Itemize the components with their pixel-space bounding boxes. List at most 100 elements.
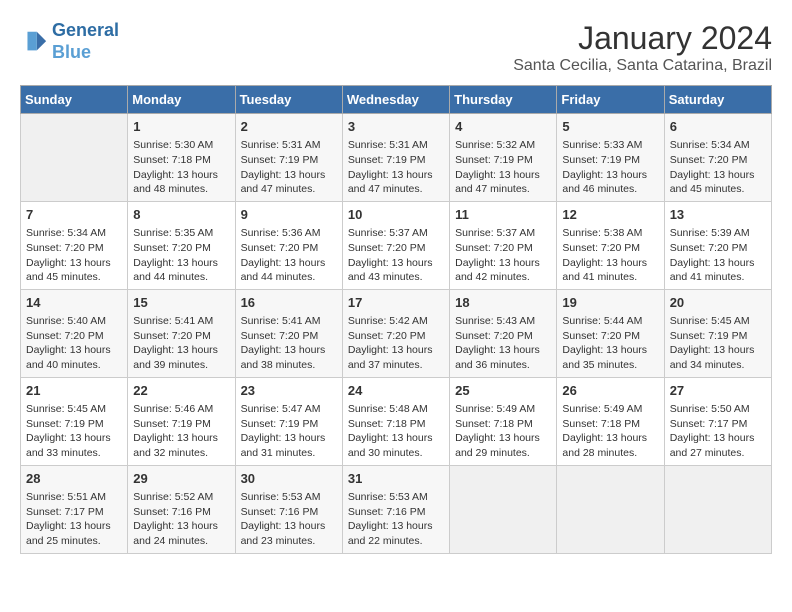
day-number: 6 bbox=[670, 118, 766, 136]
week-row-3: 14 Sunrise: 5:40 AM Sunset: 7:20 PM Dayli… bbox=[21, 289, 772, 377]
calendar-cell: 16 Sunrise: 5:41 AM Sunset: 7:20 PM Dayli… bbox=[235, 289, 342, 377]
cell-content: Sunrise: 5:53 AM Sunset: 7:16 PM Dayligh… bbox=[241, 490, 337, 549]
calendar-cell: 28 Sunrise: 5:51 AM Sunset: 7:17 PM Dayli… bbox=[21, 465, 128, 553]
day-number: 28 bbox=[26, 470, 122, 488]
calendar-cell: 2 Sunrise: 5:31 AM Sunset: 7:19 PM Daylig… bbox=[235, 114, 342, 202]
day-number: 25 bbox=[455, 382, 551, 400]
day-number: 5 bbox=[562, 118, 658, 136]
cell-content: Sunrise: 5:48 AM Sunset: 7:18 PM Dayligh… bbox=[348, 402, 444, 461]
day-number: 3 bbox=[348, 118, 444, 136]
day-number: 21 bbox=[26, 382, 122, 400]
cell-content: Sunrise: 5:41 AM Sunset: 7:20 PM Dayligh… bbox=[241, 314, 337, 373]
day-number: 15 bbox=[133, 294, 229, 312]
cell-content: Sunrise: 5:37 AM Sunset: 7:20 PM Dayligh… bbox=[455, 226, 551, 285]
header-tuesday: Tuesday bbox=[235, 86, 342, 114]
day-number: 24 bbox=[348, 382, 444, 400]
subtitle: Santa Cecilia, Santa Catarina, Brazil bbox=[513, 57, 772, 75]
title-block: January 2024 Santa Cecilia, Santa Catari… bbox=[513, 20, 772, 75]
cell-content: Sunrise: 5:52 AM Sunset: 7:16 PM Dayligh… bbox=[133, 490, 229, 549]
calendar-cell: 14 Sunrise: 5:40 AM Sunset: 7:20 PM Dayli… bbox=[21, 289, 128, 377]
cell-content: Sunrise: 5:53 AM Sunset: 7:16 PM Dayligh… bbox=[348, 490, 444, 549]
calendar-header-row: SundayMondayTuesdayWednesdayThursdayFrid… bbox=[21, 86, 772, 114]
cell-content: Sunrise: 5:50 AM Sunset: 7:17 PM Dayligh… bbox=[670, 402, 766, 461]
calendar-cell: 3 Sunrise: 5:31 AM Sunset: 7:19 PM Daylig… bbox=[342, 114, 449, 202]
cell-content: Sunrise: 5:33 AM Sunset: 7:19 PM Dayligh… bbox=[562, 138, 658, 197]
day-number: 23 bbox=[241, 382, 337, 400]
logo-text: General Blue bbox=[52, 20, 119, 63]
page-header: General Blue January 2024 Santa Cecilia,… bbox=[20, 20, 772, 75]
calendar-cell bbox=[450, 465, 557, 553]
cell-content: Sunrise: 5:42 AM Sunset: 7:20 PM Dayligh… bbox=[348, 314, 444, 373]
header-friday: Friday bbox=[557, 86, 664, 114]
day-number: 29 bbox=[133, 470, 229, 488]
week-row-2: 7 Sunrise: 5:34 AM Sunset: 7:20 PM Daylig… bbox=[21, 201, 772, 289]
cell-content: Sunrise: 5:51 AM Sunset: 7:17 PM Dayligh… bbox=[26, 490, 122, 549]
day-number: 1 bbox=[133, 118, 229, 136]
day-number: 14 bbox=[26, 294, 122, 312]
calendar-cell: 27 Sunrise: 5:50 AM Sunset: 7:17 PM Dayli… bbox=[664, 377, 771, 465]
header-monday: Monday bbox=[128, 86, 235, 114]
calendar-cell: 26 Sunrise: 5:49 AM Sunset: 7:18 PM Dayli… bbox=[557, 377, 664, 465]
day-number: 7 bbox=[26, 206, 122, 224]
day-number: 27 bbox=[670, 382, 766, 400]
day-number: 13 bbox=[670, 206, 766, 224]
calendar-table: SundayMondayTuesdayWednesdayThursdayFrid… bbox=[20, 85, 772, 554]
calendar-cell: 6 Sunrise: 5:34 AM Sunset: 7:20 PM Daylig… bbox=[664, 114, 771, 202]
cell-content: Sunrise: 5:31 AM Sunset: 7:19 PM Dayligh… bbox=[241, 138, 337, 197]
day-number: 30 bbox=[241, 470, 337, 488]
week-row-1: 1 Sunrise: 5:30 AM Sunset: 7:18 PM Daylig… bbox=[21, 114, 772, 202]
calendar-cell bbox=[664, 465, 771, 553]
calendar-cell: 29 Sunrise: 5:52 AM Sunset: 7:16 PM Dayli… bbox=[128, 465, 235, 553]
calendar-cell: 4 Sunrise: 5:32 AM Sunset: 7:19 PM Daylig… bbox=[450, 114, 557, 202]
week-row-5: 28 Sunrise: 5:51 AM Sunset: 7:17 PM Dayli… bbox=[21, 465, 772, 553]
cell-content: Sunrise: 5:40 AM Sunset: 7:20 PM Dayligh… bbox=[26, 314, 122, 373]
cell-content: Sunrise: 5:34 AM Sunset: 7:20 PM Dayligh… bbox=[26, 226, 122, 285]
calendar-cell bbox=[21, 114, 128, 202]
calendar-cell: 9Sunrise: 5:36 AM Sunset: 7:20 PM Daylig… bbox=[235, 201, 342, 289]
header-sunday: Sunday bbox=[21, 86, 128, 114]
day-number: 26 bbox=[562, 382, 658, 400]
header-saturday: Saturday bbox=[664, 86, 771, 114]
logo: General Blue bbox=[20, 20, 119, 63]
day-number: 16 bbox=[241, 294, 337, 312]
calendar-cell: 5 Sunrise: 5:33 AM Sunset: 7:19 PM Daylig… bbox=[557, 114, 664, 202]
cell-content: Sunrise: 5:38 AM Sunset: 7:20 PM Dayligh… bbox=[562, 226, 658, 285]
calendar-cell: 25Sunrise: 5:49 AM Sunset: 7:18 PM Dayli… bbox=[450, 377, 557, 465]
day-number: 31 bbox=[348, 470, 444, 488]
cell-content: Sunrise: 5:47 AM Sunset: 7:19 PM Dayligh… bbox=[241, 402, 337, 461]
calendar-cell: 1 Sunrise: 5:30 AM Sunset: 7:18 PM Daylig… bbox=[128, 114, 235, 202]
calendar-cell: 21Sunrise: 5:45 AM Sunset: 7:19 PM Dayli… bbox=[21, 377, 128, 465]
cell-content: Sunrise: 5:46 AM Sunset: 7:19 PM Dayligh… bbox=[133, 402, 229, 461]
calendar-cell: 23 Sunrise: 5:47 AM Sunset: 7:19 PM Dayli… bbox=[235, 377, 342, 465]
day-number: 4 bbox=[455, 118, 551, 136]
day-number: 2 bbox=[241, 118, 337, 136]
day-number: 18 bbox=[455, 294, 551, 312]
calendar-cell: 17 Sunrise: 5:42 AM Sunset: 7:20 PM Dayli… bbox=[342, 289, 449, 377]
cell-content: Sunrise: 5:32 AM Sunset: 7:19 PM Dayligh… bbox=[455, 138, 551, 197]
cell-content: Sunrise: 5:49 AM Sunset: 7:18 PM Dayligh… bbox=[562, 402, 658, 461]
calendar-cell: 24 Sunrise: 5:48 AM Sunset: 7:18 PM Dayli… bbox=[342, 377, 449, 465]
cell-content: Sunrise: 5:41 AM Sunset: 7:20 PM Dayligh… bbox=[133, 314, 229, 373]
day-number: 20 bbox=[670, 294, 766, 312]
cell-content: Sunrise: 5:34 AM Sunset: 7:20 PM Dayligh… bbox=[670, 138, 766, 197]
calendar-cell: 30 Sunrise: 5:53 AM Sunset: 7:16 PM Dayli… bbox=[235, 465, 342, 553]
calendar-cell: 8 Sunrise: 5:35 AM Sunset: 7:20 PM Daylig… bbox=[128, 201, 235, 289]
day-number: 10 bbox=[348, 206, 444, 224]
day-number: 8 bbox=[133, 206, 229, 224]
cell-content: Sunrise: 5:39 AM Sunset: 7:20 PM Dayligh… bbox=[670, 226, 766, 285]
calendar-cell: 11Sunrise: 5:37 AM Sunset: 7:20 PM Dayli… bbox=[450, 201, 557, 289]
calendar-cell: 31 Sunrise: 5:53 AM Sunset: 7:16 PM Dayli… bbox=[342, 465, 449, 553]
header-wednesday: Wednesday bbox=[342, 86, 449, 114]
cell-content: Sunrise: 5:30 AM Sunset: 7:18 PM Dayligh… bbox=[133, 138, 229, 197]
header-thursday: Thursday bbox=[450, 86, 557, 114]
calendar-cell: 15 Sunrise: 5:41 AM Sunset: 7:20 PM Dayli… bbox=[128, 289, 235, 377]
cell-content: Sunrise: 5:35 AM Sunset: 7:20 PM Dayligh… bbox=[133, 226, 229, 285]
cell-content: Sunrise: 5:31 AM Sunset: 7:19 PM Dayligh… bbox=[348, 138, 444, 197]
calendar-cell: 7 Sunrise: 5:34 AM Sunset: 7:20 PM Daylig… bbox=[21, 201, 128, 289]
calendar-cell: 10Sunrise: 5:37 AM Sunset: 7:20 PM Dayli… bbox=[342, 201, 449, 289]
cell-content: Sunrise: 5:45 AM Sunset: 7:19 PM Dayligh… bbox=[670, 314, 766, 373]
day-number: 9 bbox=[241, 206, 337, 224]
day-number: 12 bbox=[562, 206, 658, 224]
calendar-cell bbox=[557, 465, 664, 553]
day-number: 17 bbox=[348, 294, 444, 312]
